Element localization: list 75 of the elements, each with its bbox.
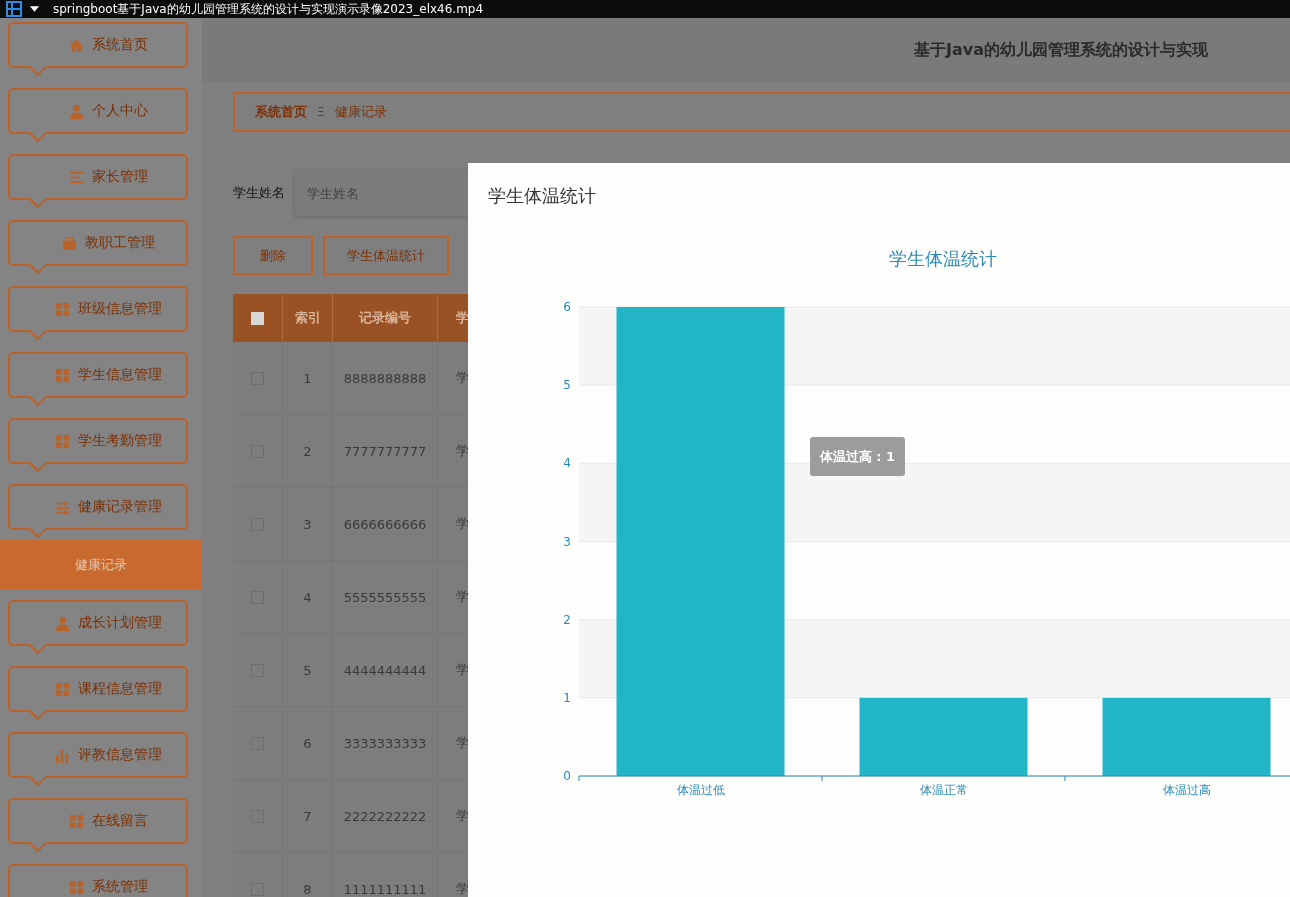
grid-icon — [68, 813, 84, 829]
table-cell-text: 学 — [455, 442, 469, 460]
nav-subitem[interactable]: 健康记录 — [0, 540, 202, 589]
breadcrumb-separator: Ξ — [317, 105, 325, 119]
nav-item[interactable]: 成长计划管理 — [8, 600, 188, 654]
y-tick-label: 2 — [563, 612, 571, 627]
film-icon[interactable] — [6, 1, 22, 17]
chart-icon — [54, 747, 70, 763]
table-cell: 8 — [283, 853, 333, 897]
list-icon — [68, 169, 84, 185]
caret-icon[interactable] — [30, 6, 39, 12]
table-cell-text: 学 — [455, 807, 469, 825]
user-icon — [54, 615, 70, 631]
table-cell: 5 — [283, 634, 333, 706]
nav-item[interactable]: 教职工管理 — [8, 220, 188, 274]
table-cell: 4444444444 — [333, 634, 438, 706]
table-cell: 2 — [283, 415, 333, 487]
nav-item[interactable]: 班级信息管理 — [8, 286, 188, 340]
nav-item[interactable]: 课程信息管理 — [8, 666, 188, 720]
home-icon — [68, 37, 84, 53]
table-cell-text: 学 — [455, 880, 469, 897]
breadcrumb-link[interactable]: 健康记录 — [334, 103, 387, 121]
briefcase-icon — [61, 235, 77, 251]
grid-icon — [54, 681, 70, 697]
video-title: springboot基于Java的幼儿园管理系统的设计与实现演示录像2023_elx46.mp4 — [53, 0, 484, 18]
select-all-checkbox[interactable] — [251, 311, 264, 325]
grid-icon — [54, 433, 70, 449]
action-button[interactable]: 删除 — [233, 236, 313, 275]
table-cell: 1 — [283, 342, 333, 414]
nav-item[interactable]: 家长管理 — [8, 154, 188, 208]
nav-item[interactable]: 学生考勤管理 — [8, 418, 188, 472]
nav-item[interactable]: 评教信息管理 — [8, 732, 188, 786]
nav-item[interactable]: 学生信息管理 — [8, 352, 188, 406]
y-tick-label: 6 — [563, 300, 571, 314]
table-cell: 4 — [283, 561, 333, 633]
nav-item[interactable]: 健康记录管理 — [8, 484, 188, 538]
nav-item[interactable]: 在线留言 — [8, 798, 188, 852]
x-tick-label: 体温过高 — [1162, 783, 1211, 797]
system-title: 基于Java的幼儿园管理系统的设计与实现 — [914, 39, 1208, 61]
table-cell-text: 学 — [455, 661, 469, 679]
action-button[interactable]: 学生体温统计 — [323, 236, 449, 275]
grid-icon — [68, 879, 84, 895]
grid-icon — [54, 367, 70, 383]
breadcrumb-link[interactable]: 系统首页 — [255, 103, 307, 121]
table-cell-text: 学 — [455, 588, 469, 606]
table-cell: 5555555555 — [333, 561, 438, 633]
nav-item[interactable]: 个人中心 — [8, 88, 188, 142]
chart-tooltip: 体温过高 : 1 — [810, 437, 905, 476]
y-tick-label: 1 — [563, 690, 571, 705]
table-cell-text: 学 — [455, 515, 469, 533]
user-icon — [68, 103, 84, 119]
table-cell: 7 — [283, 780, 333, 852]
chart-title: 学生体温统计 — [889, 248, 997, 269]
table-cell-text: 学 — [455, 369, 469, 387]
y-tick-label: 3 — [563, 534, 571, 549]
table-cell: 3 — [283, 488, 333, 560]
table-cell: 7777777777 — [333, 415, 438, 487]
table-cell: 8888888888 — [333, 342, 438, 414]
sliders-icon — [54, 499, 70, 515]
y-tick-label: 0 — [563, 769, 571, 783]
nav-item[interactable]: 系统管理 — [8, 864, 188, 897]
table-cell-text: 学 — [455, 734, 469, 752]
x-tick-label: 体温正常 — [919, 783, 968, 797]
x-tick-label: 体温过低 — [676, 783, 725, 797]
y-tick-label: 4 — [563, 456, 571, 471]
header-cell-text: 学 — [455, 309, 469, 327]
grid-icon — [54, 301, 70, 317]
y-tick-label: 5 — [563, 378, 571, 393]
table-cell: 2222222222 — [333, 780, 438, 852]
table-cell: 3333333333 — [333, 707, 438, 779]
table-cell: 1111111111 — [333, 853, 438, 897]
table-cell: 6666666666 — [333, 488, 438, 560]
table-cell: 6 — [283, 707, 333, 779]
nav-item[interactable]: 系统首页 — [8, 22, 188, 76]
search-label: 学生姓名 — [233, 184, 285, 202]
